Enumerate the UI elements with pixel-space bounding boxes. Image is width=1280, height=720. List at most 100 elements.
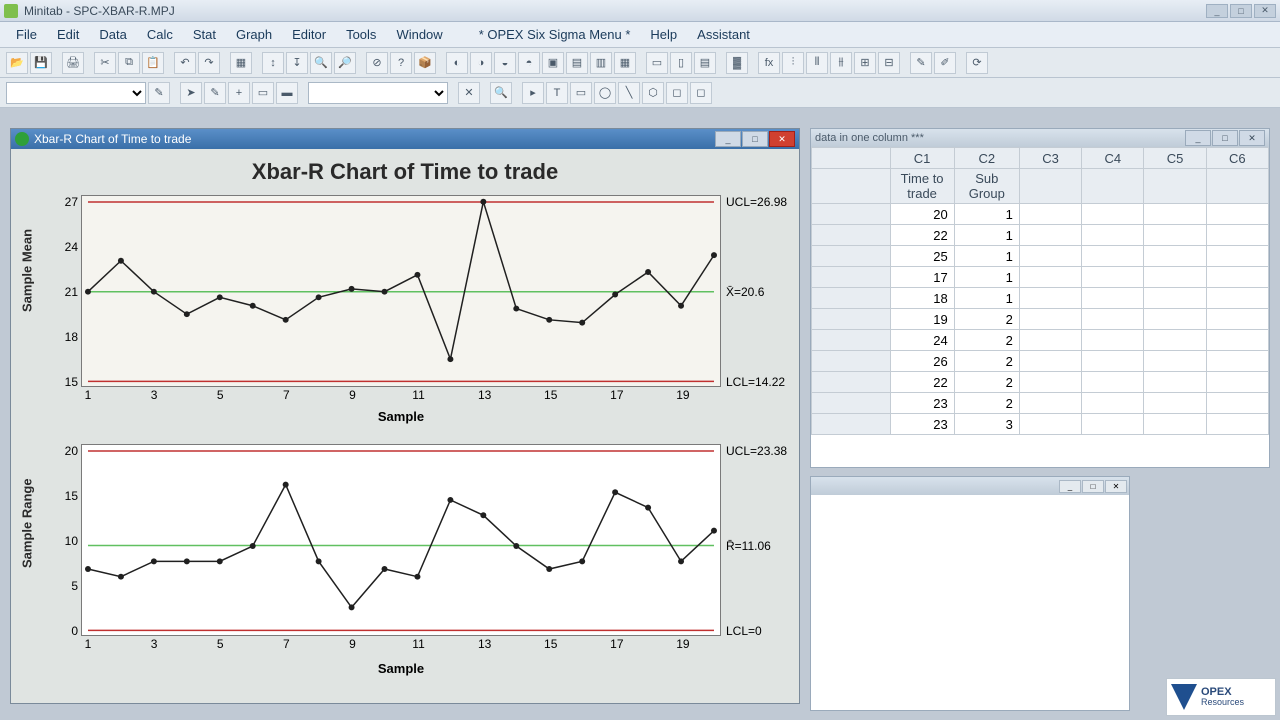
data-window[interactable]: data in one column *** _ □ ✕ C1C2C3C4C5C… bbox=[810, 128, 1270, 468]
menu-help[interactable]: Help bbox=[642, 24, 685, 45]
table-row[interactable]: 181 bbox=[812, 288, 1269, 309]
marker2-icon[interactable]: ◻ bbox=[690, 82, 712, 104]
close-button[interactable]: ✕ bbox=[1254, 4, 1276, 18]
session-window[interactable]: _ □ ✕ bbox=[810, 476, 1130, 711]
g3-icon[interactable]: ▤ bbox=[694, 52, 716, 74]
poly-icon[interactable]: ⬡ bbox=[642, 82, 664, 104]
data-minimize-button[interactable]: _ bbox=[1185, 130, 1211, 146]
m2-icon[interactable]: ▬ bbox=[276, 82, 298, 104]
col-header[interactable]: C1 bbox=[890, 148, 954, 169]
g4-icon[interactable]: ▓ bbox=[726, 52, 748, 74]
chart-maximize-button[interactable]: □ bbox=[742, 131, 768, 147]
copy-icon[interactable]: ⧉ bbox=[118, 52, 140, 74]
menu-opex[interactable]: * OPEX Six Sigma Menu * bbox=[471, 24, 639, 45]
s6-icon[interactable]: ▤ bbox=[566, 52, 588, 74]
table-row[interactable]: 251 bbox=[812, 246, 1269, 267]
table-row[interactable]: 221 bbox=[812, 225, 1269, 246]
a2-icon[interactable]: ⫴ bbox=[806, 52, 828, 74]
paste-icon[interactable]: 📋 bbox=[142, 52, 164, 74]
undo-icon[interactable]: ↶ bbox=[174, 52, 196, 74]
menu-calc[interactable]: Calc bbox=[139, 24, 181, 45]
open-icon[interactable]: 📂 bbox=[6, 52, 28, 74]
table-row[interactable]: 242 bbox=[812, 330, 1269, 351]
edit-icon[interactable]: ✎ bbox=[148, 82, 170, 104]
find-next-icon[interactable]: 🔎 bbox=[334, 52, 356, 74]
table-row[interactable]: 192 bbox=[812, 309, 1269, 330]
s3-icon[interactable]: ◒ bbox=[494, 52, 516, 74]
data-grid[interactable]: C1C2C3C4C5C6 Time to tradeSub Group201221… bbox=[811, 147, 1269, 467]
menu-stat[interactable]: Stat bbox=[185, 24, 224, 45]
menu-edit[interactable]: Edit bbox=[49, 24, 87, 45]
s7-icon[interactable]: ▥ bbox=[590, 52, 612, 74]
table-row[interactable]: 233 bbox=[812, 414, 1269, 435]
delete-icon[interactable]: ✕ bbox=[458, 82, 480, 104]
fx-icon[interactable]: fx bbox=[758, 52, 780, 74]
maximize-button[interactable]: □ bbox=[1230, 4, 1252, 18]
element-selector[interactable] bbox=[6, 82, 146, 104]
a3-icon[interactable]: ⫵ bbox=[830, 52, 852, 74]
b3-icon[interactable]: ⟳ bbox=[966, 52, 988, 74]
col-header[interactable]: C4 bbox=[1082, 148, 1144, 169]
session-maximize-button[interactable]: □ bbox=[1082, 480, 1104, 493]
save-icon[interactable]: 💾 bbox=[30, 52, 52, 74]
rect-icon[interactable]: ▭ bbox=[570, 82, 592, 104]
brush-icon[interactable]: ✎ bbox=[204, 82, 226, 104]
table-row[interactable]: 232 bbox=[812, 393, 1269, 414]
select-icon[interactable]: ▸ bbox=[522, 82, 544, 104]
item-selector[interactable] bbox=[308, 82, 448, 104]
a4-icon[interactable]: ⊞ bbox=[854, 52, 876, 74]
a5-icon[interactable]: ⊟ bbox=[878, 52, 900, 74]
s5-icon[interactable]: ▣ bbox=[542, 52, 564, 74]
table-row[interactable]: 262 bbox=[812, 351, 1269, 372]
g2-icon[interactable]: ▯ bbox=[670, 52, 692, 74]
b2-icon[interactable]: ✐ bbox=[934, 52, 956, 74]
pointer-icon[interactable]: ➤ bbox=[180, 82, 202, 104]
col-label[interactable]: Time to trade bbox=[890, 169, 954, 204]
menu-tools[interactable]: Tools bbox=[338, 24, 384, 45]
t2-icon[interactable]: ↧ bbox=[286, 52, 308, 74]
help-icon[interactable]: ? bbox=[390, 52, 412, 74]
menu-assistant[interactable]: Assistant bbox=[689, 24, 758, 45]
table-row[interactable]: 222 bbox=[812, 372, 1269, 393]
add-icon[interactable]: + bbox=[228, 82, 250, 104]
menu-data[interactable]: Data bbox=[91, 24, 134, 45]
s2-icon[interactable]: ◑ bbox=[470, 52, 492, 74]
menu-editor[interactable]: Editor bbox=[284, 24, 334, 45]
menu-window[interactable]: Window bbox=[388, 24, 450, 45]
find-icon[interactable]: 🔍 bbox=[310, 52, 332, 74]
s4-icon[interactable]: ◓ bbox=[518, 52, 540, 74]
marker-icon[interactable]: ◻ bbox=[666, 82, 688, 104]
col-label[interactable] bbox=[1144, 169, 1206, 204]
g1-icon[interactable]: ▭ bbox=[646, 52, 668, 74]
session-minimize-button[interactable]: _ bbox=[1059, 480, 1081, 493]
col-label[interactable]: Sub Group bbox=[954, 169, 1019, 204]
table-row[interactable]: 201 bbox=[812, 204, 1269, 225]
minimize-button[interactable]: _ bbox=[1206, 4, 1228, 18]
col-header[interactable]: C3 bbox=[1019, 148, 1081, 169]
m1-icon[interactable]: ▭ bbox=[252, 82, 274, 104]
cut-icon[interactable]: ✂ bbox=[94, 52, 116, 74]
advisor-icon[interactable]: 📦 bbox=[414, 52, 436, 74]
col-label[interactable] bbox=[1082, 169, 1144, 204]
col-label[interactable] bbox=[1206, 169, 1268, 204]
menu-file[interactable]: File bbox=[8, 24, 45, 45]
a1-icon[interactable]: ⫶ bbox=[782, 52, 804, 74]
col-label[interactable] bbox=[1019, 169, 1081, 204]
menu-graph[interactable]: Graph bbox=[228, 24, 280, 45]
cancel-icon[interactable]: ⊘ bbox=[366, 52, 388, 74]
table-row[interactable]: 171 bbox=[812, 267, 1269, 288]
session-close-button[interactable]: ✕ bbox=[1105, 480, 1127, 493]
print-icon[interactable]: 🖨 bbox=[62, 52, 84, 74]
col-header[interactable]: C6 bbox=[1206, 148, 1268, 169]
data-close-button[interactable]: ✕ bbox=[1239, 130, 1265, 146]
col-header[interactable]: C5 bbox=[1144, 148, 1206, 169]
ellipse-icon[interactable]: ◯ bbox=[594, 82, 616, 104]
chart-window[interactable]: Xbar-R Chart of Time to trade _ □ ✕ Xbar… bbox=[10, 128, 800, 704]
chart-close-button[interactable]: ✕ bbox=[769, 131, 795, 147]
data-maximize-button[interactable]: □ bbox=[1212, 130, 1238, 146]
worksheet-icon[interactable]: ▦ bbox=[230, 52, 252, 74]
b1-icon[interactable]: ✎ bbox=[910, 52, 932, 74]
chart-minimize-button[interactable]: _ bbox=[715, 131, 741, 147]
col-header[interactable]: C2 bbox=[954, 148, 1019, 169]
line-icon[interactable]: ╲ bbox=[618, 82, 640, 104]
